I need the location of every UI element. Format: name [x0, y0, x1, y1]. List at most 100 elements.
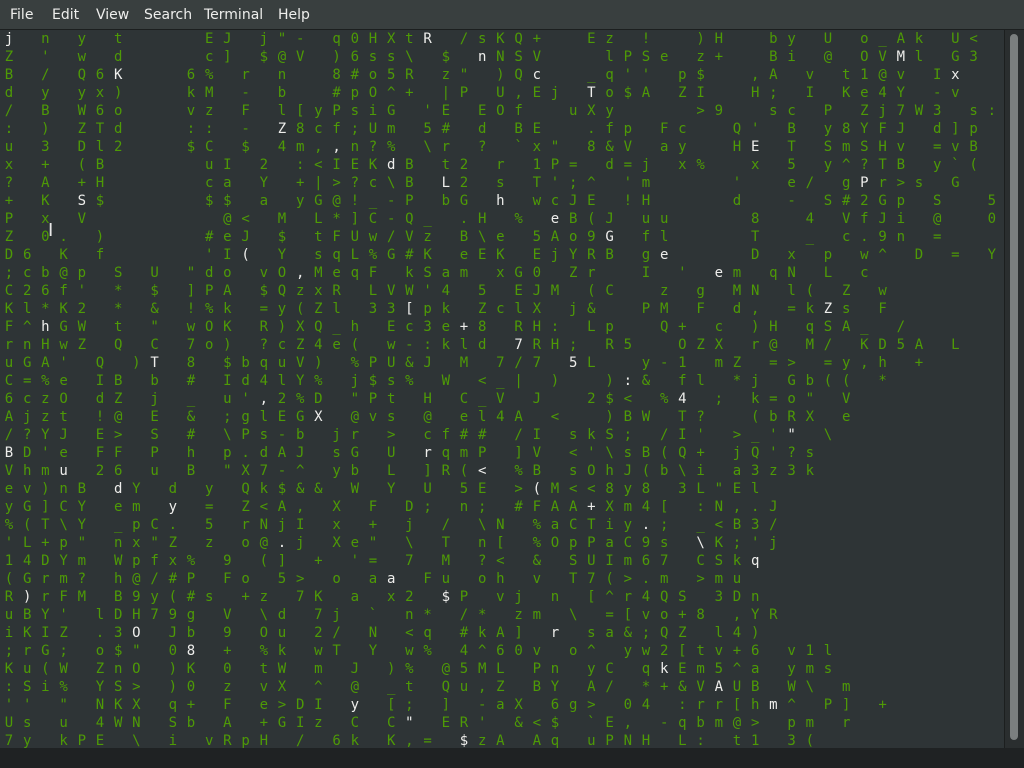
rain-glyph: " [132, 643, 141, 659]
rain-glyph: : [623, 373, 633, 389]
rain-glyph: ) [550, 373, 560, 389]
rain-glyph: M [459, 355, 469, 371]
rain-glyph: \ [386, 175, 396, 191]
rain-glyph: t [405, 679, 414, 695]
rain-glyph: h [350, 319, 360, 335]
rain-glyph: - [295, 31, 305, 47]
rain-glyph: ' [623, 67, 633, 83]
rain-glyph: e [4, 481, 14, 497]
rain-glyph: G [295, 409, 305, 425]
rain-glyph: H [259, 733, 269, 748]
rain-glyph: i [896, 211, 906, 227]
rain-glyph: L [587, 355, 596, 371]
rain-glyph: ) [168, 661, 178, 677]
window-bottom-edge [0, 748, 1024, 768]
rain-glyph: D [914, 247, 924, 263]
rain-glyph: / [769, 517, 778, 533]
rain-glyph: I [641, 265, 651, 281]
rain-glyph: Z [678, 85, 687, 101]
rain-glyph: W [641, 409, 651, 425]
rain-glyph: D [4, 247, 14, 263]
rain-glyph: ; [568, 175, 578, 191]
rain-glyph: K [4, 301, 14, 317]
rain-glyph: 6 [186, 67, 196, 83]
rain-glyph: T [150, 355, 159, 371]
menu-search[interactable]: Search [144, 0, 192, 30]
rain-glyph: " [405, 715, 414, 731]
rain-glyph: [ [587, 589, 596, 605]
menu-terminal[interactable]: Terminal [204, 0, 263, 30]
rain-glyph: @ [441, 661, 451, 677]
rain-glyph: q [641, 661, 651, 677]
rain-glyph: = [623, 157, 633, 173]
rain-glyph: ( [841, 373, 851, 389]
rain-glyph: w [77, 49, 87, 65]
rain-glyph: B [641, 445, 651, 461]
rain-glyph: j [350, 373, 360, 389]
rain-glyph: \ [259, 607, 269, 623]
rain-glyph: ; [350, 121, 360, 137]
rain-glyph: 7 [186, 337, 196, 353]
rain-glyph: f [95, 247, 105, 263]
rain-glyph: ; [405, 697, 414, 713]
rain-glyph: p [568, 535, 578, 551]
rain-glyph: ( [587, 211, 596, 227]
rain-glyph: h [496, 193, 505, 209]
rain-glyph: I [295, 517, 305, 533]
rain-glyph: Z [823, 301, 833, 317]
rain-glyph: O [204, 319, 214, 335]
rain-glyph: " [459, 67, 469, 83]
terminal-scrollbar[interactable] [1004, 30, 1024, 748]
rain-glyph: b [769, 409, 778, 425]
rain-glyph: m [805, 661, 815, 677]
rain-glyph: $ [277, 481, 287, 497]
rain-glyph: ) [22, 589, 32, 605]
rain-glyph: # [459, 427, 469, 443]
rain-glyph: 5 [787, 157, 796, 173]
rain-glyph: ) [314, 355, 323, 371]
rain-glyph: ; [769, 85, 778, 101]
rain-glyph: E [150, 409, 159, 425]
rain-glyph: ( [22, 517, 32, 533]
rain-glyph: - [386, 211, 396, 227]
rain-glyph: f [150, 553, 159, 569]
rain-glyph: , [732, 499, 742, 515]
rain-glyph: J [295, 445, 305, 461]
rain-glyph: B [4, 445, 14, 461]
rain-glyph: H [95, 175, 105, 191]
rain-glyph: U [951, 31, 960, 47]
rain-glyph: w [59, 337, 68, 353]
menu-edit[interactable]: Edit [52, 0, 79, 30]
rain-glyph: < [623, 391, 633, 407]
rain-glyph: Y [59, 553, 68, 569]
rain-glyph: Q [113, 337, 123, 353]
rain-glyph: G [41, 643, 50, 659]
rain-glyph: D [22, 445, 32, 461]
rain-glyph: $ [259, 283, 269, 299]
menu-file[interactable]: File [10, 0, 33, 30]
terminal-output[interactable]: j n y t E Jj " - q 0 H Xt R / s K Q + Ez!) Hb y Uo _ Ak U < Z ' w d c]… [0, 30, 1004, 748]
rain-glyph: 8 [295, 121, 305, 137]
rain-glyph: = [423, 733, 432, 748]
rain-glyph: T [332, 643, 341, 659]
rain-glyph: n [477, 49, 487, 65]
rain-glyph: C [368, 211, 378, 227]
rain-glyph: l [459, 337, 469, 353]
rain-glyph: ) [168, 679, 178, 695]
rain-glyph: H [641, 193, 651, 209]
scrollbar-thumb[interactable] [1010, 34, 1018, 740]
rain-glyph: h [878, 355, 887, 371]
menu-view[interactable]: View [96, 0, 129, 30]
rain-glyph: B [22, 607, 32, 623]
rain-glyph: q [769, 265, 778, 281]
rain-glyph: j [769, 535, 778, 551]
rain-glyph: ( [641, 463, 651, 479]
rain-glyph: c [550, 193, 560, 209]
rain-glyph: I [95, 373, 105, 389]
text-cursor-icon: I [48, 220, 54, 241]
menu-help[interactable]: Help [278, 0, 310, 30]
rain-glyph: E [477, 247, 487, 263]
rain-glyph: r [441, 139, 451, 155]
rain-glyph: h [186, 445, 196, 461]
rain-glyph: u [4, 355, 14, 371]
